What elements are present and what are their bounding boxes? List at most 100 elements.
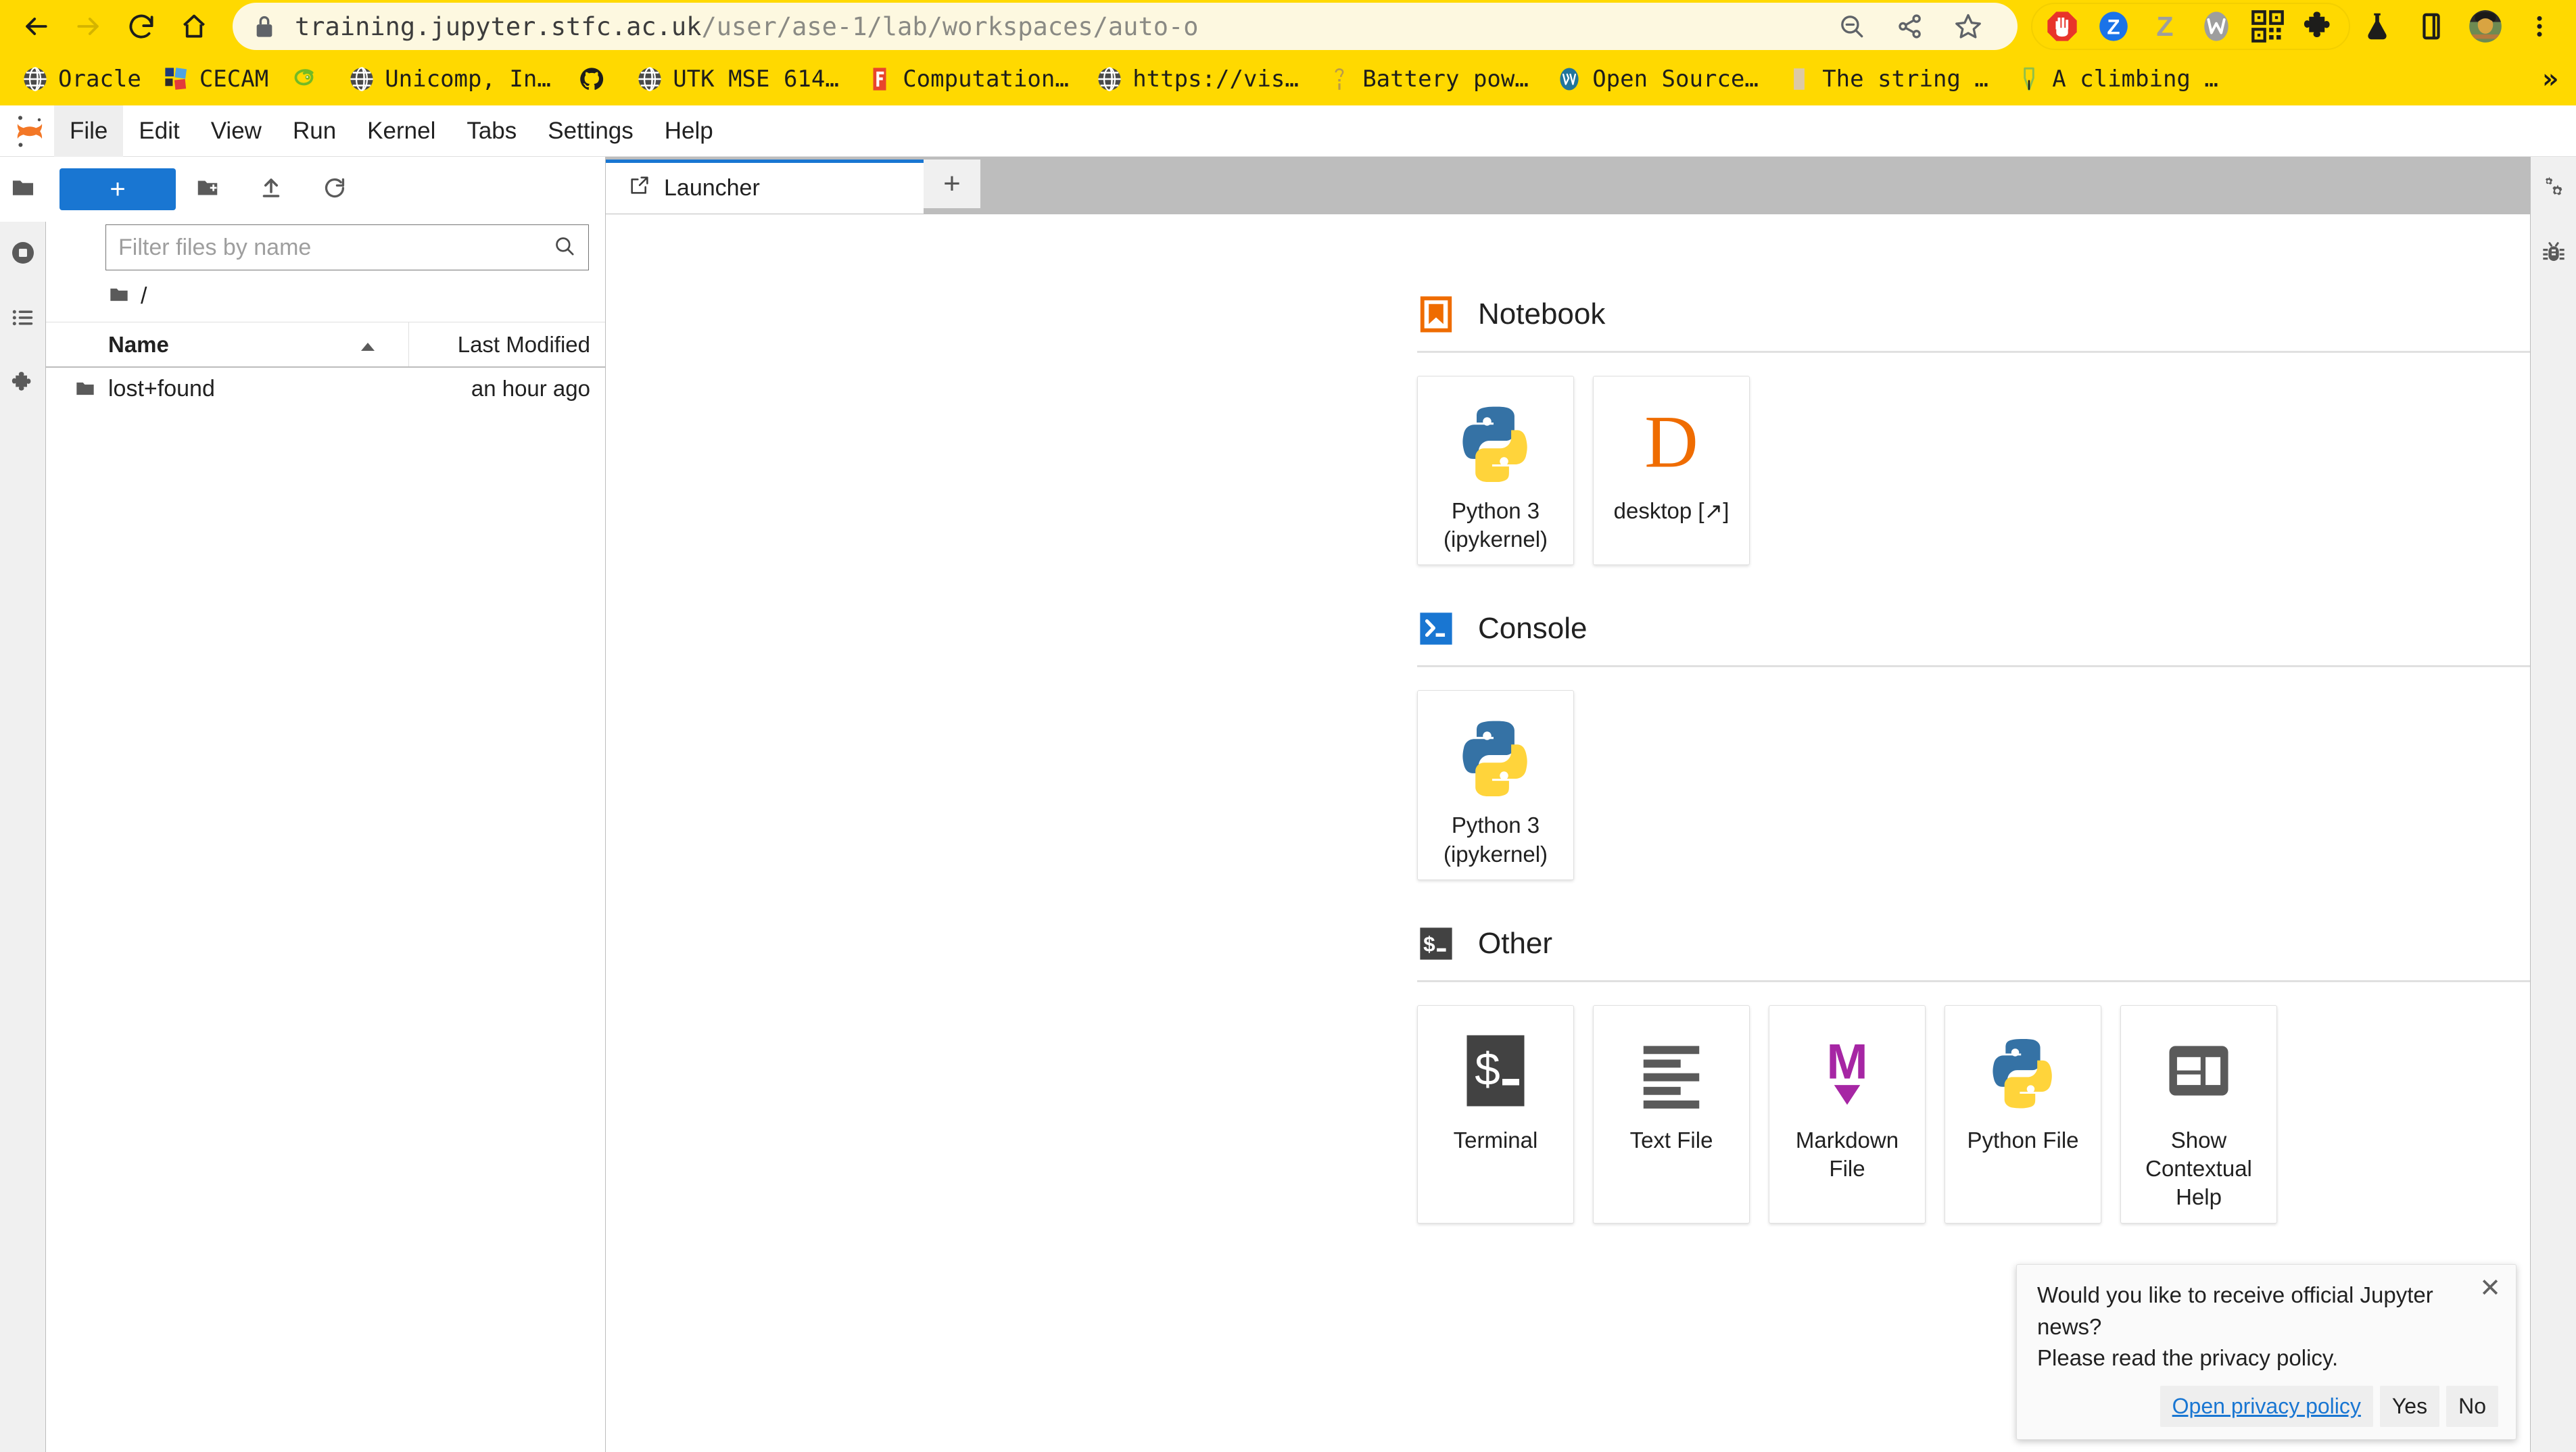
bookmark-unicomp[interactable]: Unicomp, Inc.… (337, 58, 567, 100)
back-button[interactable] (9, 2, 62, 51)
launcher-section-notebook: Notebook Python 3 (ipykernel) D desktop … (1417, 295, 2530, 566)
close-icon[interactable]: ✕ (2479, 1276, 2501, 1301)
launcher-card-terminal[interactable]: $ Terminal (1417, 1005, 1574, 1224)
new-launcher-button[interactable]: + (59, 168, 176, 210)
home-button[interactable] (168, 2, 220, 51)
share-icon[interactable] (1881, 3, 1939, 50)
zoom-out-icon[interactable] (1823, 3, 1881, 50)
stop-circle-icon (9, 239, 37, 270)
bookmark-utk-mse[interactable]: UTK MSE 614 C… (625, 58, 855, 100)
bookmark-computational[interactable]: Computational… (855, 58, 1085, 100)
section-divider (1417, 979, 2530, 982)
card-label: Python File (1967, 1127, 2079, 1153)
open-privacy-policy-button[interactable]: Open privacy policy (2160, 1386, 2373, 1427)
launcher-card-python-file[interactable]: Python File (1945, 1005, 2101, 1224)
yes-button[interactable]: Yes (2379, 1386, 2440, 1427)
column-header-last-modified-label: Last Modified (457, 331, 590, 357)
notification-toast: ✕ Would you like to receive official Jup… (2016, 1264, 2517, 1440)
reload-button[interactable] (115, 2, 168, 51)
sidebar-item-file-browser[interactable] (0, 157, 46, 222)
desktop-d-icon: D (1631, 395, 1712, 487)
bookmark-a-climbing-st[interactable]: A climbing st… (2005, 58, 2235, 100)
bookmark-label: Unicomp, Inc.… (385, 66, 556, 93)
launcher-card-markdown-file[interactable]: M Markdown File (1769, 1005, 1926, 1224)
avatar[interactable] (2458, 2, 2512, 51)
launcher-section-other: $ Other $ Terminal Text File M Markdown … (1417, 925, 2530, 1224)
launcher-card-python3-console[interactable]: Python 3 (ipykernel) (1417, 690, 1574, 880)
bookmark-star-icon[interactable] (1939, 3, 1997, 50)
sidebar-item-extensions[interactable] (0, 352, 46, 416)
flask-beaker-icon[interactable] (2350, 2, 2404, 51)
no-button[interactable]: No (2446, 1386, 2498, 1427)
launcher-card-text-file[interactable]: Text File (1593, 1005, 1750, 1224)
sidebar-item-running[interactable] (0, 222, 46, 287)
menu-view[interactable]: View (195, 105, 277, 157)
wallabag-extension-icon[interactable] (2191, 3, 2242, 50)
column-header-last-modified[interactable]: Last Modified (409, 322, 605, 366)
url-domain: training.jupyter.stfc.ac.uk (295, 11, 702, 41)
launcher-card-desktop[interactable]: D desktop [↗] (1593, 376, 1750, 566)
address-bar[interactable]: training.jupyter.stfc.ac.uk/user/ase-1/l… (233, 3, 2018, 50)
text-file-icon (1634, 1025, 1709, 1117)
bookmark-visba[interactable]: https://visba… (1085, 58, 1315, 100)
card-label: Markdown File (1795, 1127, 1899, 1182)
svg-text:M: M (1826, 1034, 1867, 1089)
extensions-puzzle-icon[interactable] (2293, 3, 2345, 50)
filter-files-field[interactable] (105, 224, 589, 270)
menu-run[interactable]: Run (277, 105, 352, 157)
python-logo-icon (1455, 710, 1536, 802)
bookmark-github[interactable] (567, 58, 625, 100)
search-icon (553, 235, 576, 261)
bookmark-the-string-me[interactable]: The string me… (1775, 58, 2005, 100)
menu-edit[interactable]: Edit (123, 105, 195, 157)
left-activity-bar (0, 157, 46, 1452)
bookmark-oracle[interactable]: Oracle (11, 58, 152, 100)
adblock-extension-icon[interactable] (2036, 3, 2088, 50)
bookmarks-overflow-button[interactable]: » (2542, 64, 2558, 95)
new-tab-button[interactable]: + (924, 160, 980, 208)
list-item[interactable]: lost+found an hour ago (46, 368, 605, 410)
github-favicon (578, 66, 605, 93)
notification-line2: Please read the privacy policy. (2037, 1345, 2339, 1370)
column-header-name[interactable]: Name (46, 322, 409, 366)
chrome-menu-icon[interactable] (2512, 2, 2567, 51)
markdown-icon: M (1810, 1025, 1884, 1117)
pen-favicon (2016, 66, 2043, 93)
zotero-connector-extension-icon[interactable]: Z (2088, 3, 2139, 50)
sidebar-item-property-inspector[interactable] (2531, 157, 2576, 222)
search-input[interactable] (118, 234, 553, 261)
card-label: desktop [↗] (1613, 498, 1730, 523)
sidebar-item-debugger[interactable] (2531, 222, 2576, 287)
menu-kernel[interactable]: Kernel (352, 105, 451, 157)
menu-tabs[interactable]: Tabs (451, 105, 532, 157)
browser-toolbar: training.jupyter.stfc.ac.uk/user/ase-1/l… (0, 0, 2576, 53)
launcher-content: Notebook Python 3 (ipykernel) D desktop … (606, 214, 2530, 1224)
svg-text:$: $ (1475, 1044, 1500, 1095)
globe-favicon (348, 66, 375, 93)
bookmark-cecam[interactable]: CECAM (152, 58, 279, 100)
side-panel-icon[interactable] (2404, 2, 2458, 51)
sidebar-item-toc[interactable] (0, 287, 46, 352)
doc-favicon (1326, 66, 1353, 93)
new-folder-button[interactable] (176, 165, 239, 214)
launcher-card-show-contextual-help[interactable]: Show Contextual Help (2120, 1005, 2277, 1224)
menu-settings[interactable]: Settings (532, 105, 648, 157)
list-icon (10, 305, 36, 334)
bookmark-open-source-f[interactable]: Open Source F… (1545, 58, 1775, 100)
qr-code-extension-icon[interactable] (2242, 3, 2293, 50)
menu-help[interactable]: Help (649, 105, 729, 157)
bookmark-label: A climbing st… (2052, 66, 2224, 93)
menu-file[interactable]: File (54, 105, 124, 157)
breadcrumb[interactable]: / (46, 270, 605, 322)
upload-button[interactable] (239, 165, 303, 214)
bug-icon (2540, 239, 2567, 270)
forward-button[interactable] (62, 2, 115, 51)
bookmark-opensuse[interactable] (279, 58, 337, 100)
refresh-button[interactable] (303, 165, 366, 214)
zoom-extension-icon[interactable]: Z (2139, 3, 2191, 50)
bookmark-battery-power[interactable]: Battery power… (1315, 58, 1545, 100)
launcher-card-python3-notebook[interactable]: Python 3 (ipykernel) (1417, 376, 1574, 566)
folder-icon (108, 284, 130, 309)
globe-favicon (636, 66, 663, 93)
tab-launcher[interactable]: Launcher (606, 160, 924, 214)
